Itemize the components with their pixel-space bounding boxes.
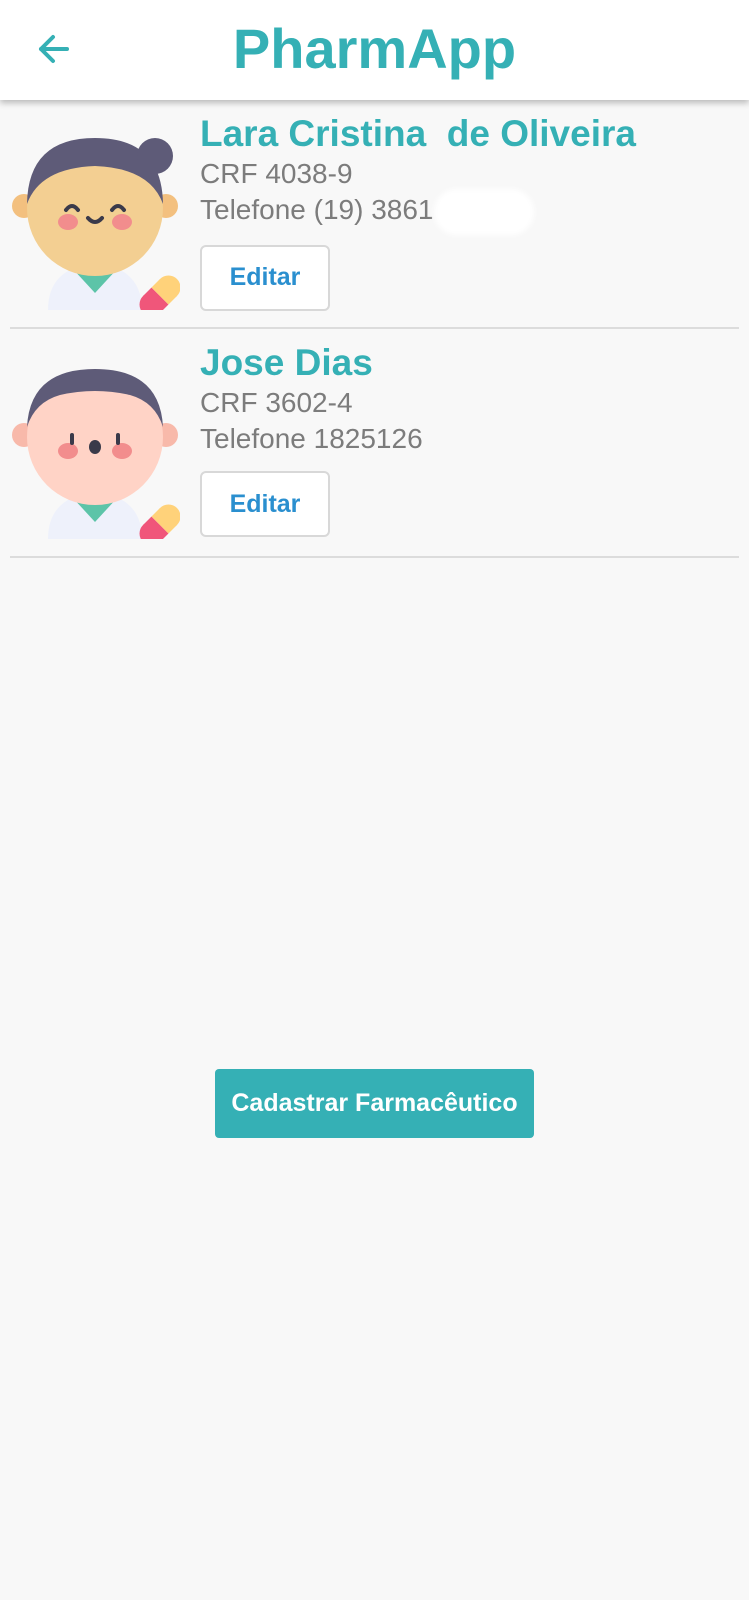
pharmacist-phone-row: Telefone (19) 3861 (200, 192, 636, 231)
pharmacist-name: Jose Dias (200, 342, 373, 383)
pharmacist-woman-avatar (12, 138, 180, 310)
edit-button[interactable]: Editar (200, 471, 330, 537)
pharmacist-info: Jose Dias CRF 3602-4 Telefone 1825126 Ed… (200, 341, 423, 537)
edit-button[interactable]: Editar (200, 244, 330, 311)
pharmacist-info: Lara Cristina de Oliveira CRF 4038-9 Tel… (200, 112, 636, 311)
pharmacist-crf: CRF 3602-4 (200, 387, 353, 418)
app-bar: PharmApp (0, 0, 749, 100)
pharmacist-name: Lara Cristina de Oliveira (200, 113, 636, 154)
pharmacist-card: Jose Dias CRF 3602-4 Telefone 1825126 Ed… (10, 329, 739, 558)
redaction-mark (437, 192, 530, 231)
pharmacist-phone: Telefone 1825126 (200, 423, 423, 454)
pharmacist-phone: Telefone (19) 3861 (200, 194, 434, 225)
pharmacist-list: Lara Cristina de Oliveira CRF 4038-9 Tel… (0, 100, 749, 558)
app-title: PharmApp (232, 17, 517, 80)
pharmacist-card: Lara Cristina de Oliveira CRF 4038-9 Tel… (10, 100, 739, 329)
pharmacist-crf: CRF 4038-9 (200, 158, 353, 189)
pharmacist-man-avatar (12, 369, 180, 539)
register-pharmacist-button[interactable]: Cadastrar Farmacêutico (215, 1069, 534, 1138)
